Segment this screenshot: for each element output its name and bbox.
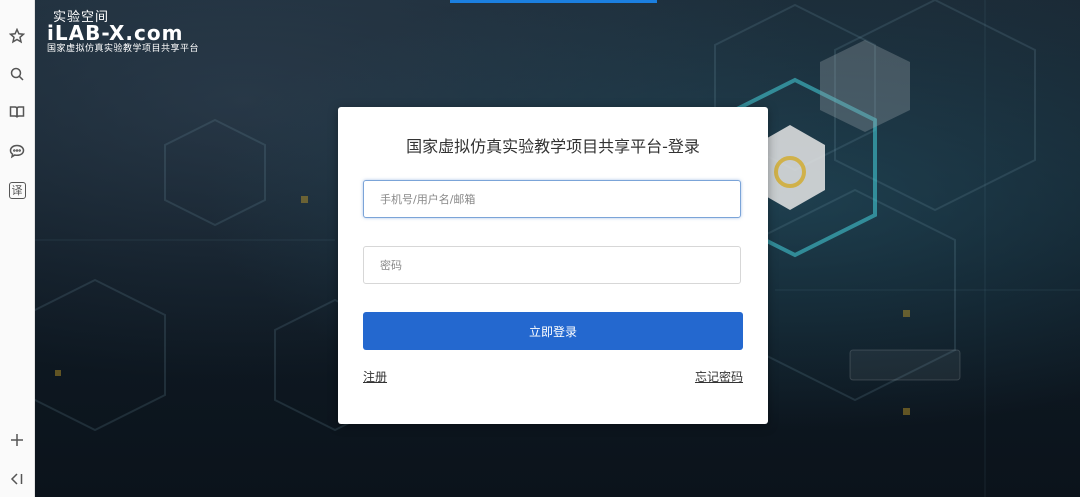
translate-icon[interactable]: 译 bbox=[7, 180, 27, 200]
browser-sidebar: 译 bbox=[0, 0, 35, 497]
book-icon[interactable] bbox=[7, 102, 27, 122]
login-card: 国家虚拟仿真实验教学项目共享平台-登录 立即登录 注册 忘记密码 bbox=[338, 107, 768, 424]
plus-icon[interactable] bbox=[7, 430, 27, 450]
password-input[interactable] bbox=[363, 246, 741, 284]
page-viewport: 实验空间 iLAB-X.com 国家虚拟仿真实验教学项目共享平台 国家虚拟仿真实… bbox=[35, 0, 1080, 497]
forgot-password-link[interactable]: 忘记密码 bbox=[695, 368, 743, 385]
login-button[interactable]: 立即登录 bbox=[363, 312, 743, 350]
chat-icon[interactable] bbox=[7, 141, 27, 161]
logo-wordmark-text: LAB-X.com bbox=[54, 21, 184, 45]
star-icon[interactable] bbox=[7, 26, 27, 46]
logo-wordmark: iLAB-X.com bbox=[47, 23, 199, 43]
login-title: 国家虚拟仿真实验教学项目共享平台-登录 bbox=[406, 137, 700, 156]
logo-prefix: i bbox=[47, 21, 55, 45]
register-link[interactable]: 注册 bbox=[363, 368, 387, 385]
translate-glyph: 译 bbox=[8, 181, 26, 199]
site-logo[interactable]: 实验空间 iLAB-X.com 国家虚拟仿真实验教学项目共享平台 bbox=[47, 10, 199, 55]
collapse-icon[interactable] bbox=[7, 469, 27, 489]
search-icon[interactable] bbox=[7, 64, 27, 84]
logo-subtitle: 国家虚拟仿真实验教学项目共享平台 bbox=[47, 44, 200, 54]
username-input[interactable] bbox=[363, 180, 741, 218]
browser-window: 译 实验空间 iLAB-X.com 国家虚拟仿真实验教学项目共享平台 国家虚拟仿… bbox=[0, 0, 1080, 497]
